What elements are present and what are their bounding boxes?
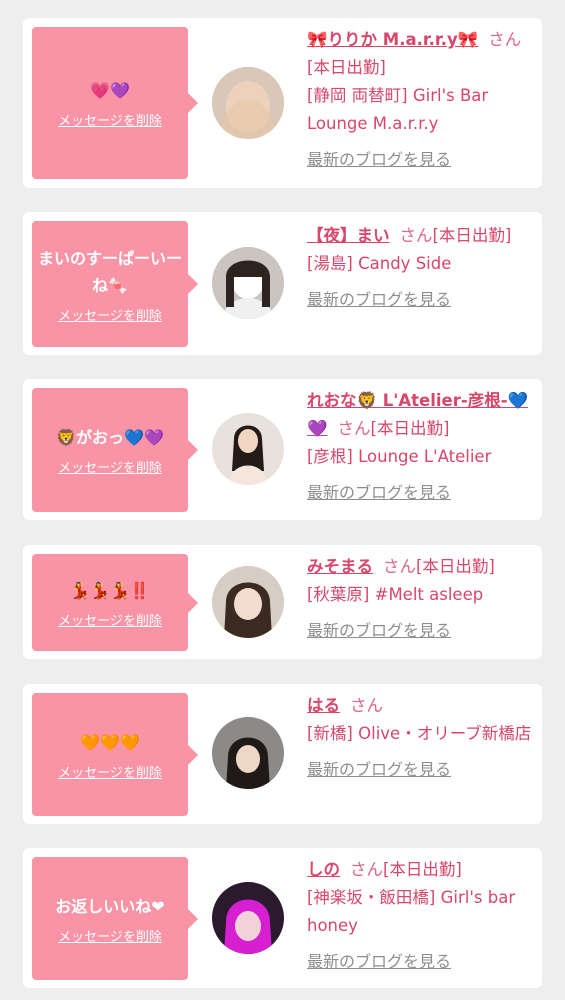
cast-name-link[interactable]: はる	[307, 696, 340, 715]
honorific: さん	[488, 30, 522, 49]
view-blog-link[interactable]: 最新のブログを見る	[307, 146, 535, 174]
message-text: 💃💃💃‼️	[70, 580, 150, 600]
cast-info: 【夜】まい さん[本日出勤] [湯島] Candy Side 最新のブログを見る	[307, 222, 535, 314]
message-card: 🦁がおっ💙💜 メッセージを削除 れおな🦁 L'Atelier-彦根-💙💜 さん[本…	[23, 379, 542, 520]
avatar[interactable]	[212, 247, 284, 319]
shop-name: [秋葉原] #Melt asleep	[307, 585, 484, 604]
message-bubble: 🦁がおっ💙💜 メッセージを削除	[32, 388, 198, 512]
view-blog-link[interactable]: 最新のブログを見る	[307, 617, 535, 645]
delete-message-link[interactable]: メッセージを削除	[58, 610, 162, 629]
view-blog-link[interactable]: 最新のブログを見る	[307, 756, 535, 784]
message-text: 🦁がおっ💙💜	[56, 428, 164, 447]
view-blog-link[interactable]: 最新のブログを見る	[307, 479, 535, 507]
message-text: まいのすーぱーいーね🍬	[38, 248, 183, 295]
cast-info: 🎀りりか M.a.r.r.y🎀 さん [本日出勤] [静岡 両替町] Girl's …	[307, 26, 535, 174]
delete-message-link[interactable]: メッセージを削除	[58, 762, 162, 781]
cast-info: れおな🦁 L'Atelier-彦根-💙💜 さん[本日出勤] [彦根] Lounge…	[307, 387, 535, 507]
honorific: さん	[399, 226, 433, 245]
status-badge: [本日出勤]	[307, 58, 386, 77]
honorific: さん	[383, 557, 416, 576]
message-card: 🧡🧡🧡 メッセージを削除 はる さん [新橋] Olive・オリーブ新橋店 最新の…	[23, 684, 542, 824]
shop-name: [静岡 両替町] Girl's Bar Lounge M.a.r.r.y	[307, 86, 489, 133]
avatar[interactable]	[212, 413, 284, 485]
delete-message-link[interactable]: メッセージを削除	[58, 457, 162, 476]
delete-message-link[interactable]: メッセージを削除	[58, 110, 162, 129]
message-card: まいのすーぱーいーね🍬 メッセージを削除 【夜】まい さん[本日出勤] [湯島] …	[23, 212, 542, 355]
message-text: 🧡🧡🧡	[80, 732, 140, 752]
delete-message-link[interactable]: メッセージを削除	[58, 926, 162, 945]
cast-name-link[interactable]: みそまる	[307, 557, 373, 576]
message-text: 💗💜	[90, 81, 130, 100]
message-card: 💃💃💃‼️ メッセージを削除 みそまる さん[本日出勤] [秋葉原] #Melt …	[23, 545, 542, 659]
message-bubble: 💃💃💃‼️ メッセージを削除	[32, 554, 198, 651]
honorific: さん	[350, 860, 383, 879]
avatar[interactable]	[212, 882, 284, 954]
avatar[interactable]	[212, 717, 284, 789]
cast-name-link[interactable]: 🎀りりか M.a.r.r.y🎀	[307, 30, 478, 49]
message-bubble: 🧡🧡🧡 メッセージを削除	[32, 693, 198, 816]
view-blog-link[interactable]: 最新のブログを見る	[307, 286, 535, 314]
honorific: さん	[337, 419, 371, 438]
message-card: お返しいいね❤ メッセージを削除 しの さん[本日出勤] [神楽坂・飯田橋] Gi…	[23, 848, 542, 988]
message-card: 💗💜 メッセージを削除 🎀りりか M.a.r.r.y🎀 さん [本日出勤] [静岡 …	[23, 18, 542, 188]
shop-name: [彦根] Lounge L'Atelier	[307, 447, 492, 466]
view-blog-link[interactable]: 最新のブログを見る	[307, 948, 535, 976]
cast-info: みそまる さん[本日出勤] [秋葉原] #Melt asleep 最新のブログを見…	[307, 553, 535, 645]
cast-info: はる さん [新橋] Olive・オリーブ新橋店 最新のブログを見る	[307, 692, 535, 784]
message-bubble: まいのすーぱーいーね🍬 メッセージを削除	[32, 221, 198, 347]
honorific: さん	[350, 696, 383, 715]
message-bubble: 💗💜 メッセージを削除	[32, 27, 198, 179]
message-bubble: お返しいいね❤ メッセージを削除	[32, 857, 198, 980]
status-badge: [本日出勤]	[416, 557, 495, 576]
message-text: お返しいいね❤	[55, 896, 165, 916]
shop-name: [神楽坂・飯田橋] Girl's bar honey	[307, 888, 516, 935]
cast-name-link[interactable]: 【夜】まい	[307, 226, 390, 245]
shop-name: [湯島] Candy Side	[307, 254, 452, 273]
cast-name-link[interactable]: しの	[307, 860, 340, 879]
status-badge: [本日出勤]	[432, 226, 512, 245]
shop-name: [新橋] Olive・オリーブ新橋店	[307, 724, 532, 743]
avatar[interactable]	[212, 566, 284, 638]
avatar[interactable]	[212, 67, 284, 139]
status-badge: [本日出勤]	[370, 419, 450, 438]
cast-info: しの さん[本日出勤] [神楽坂・飯田橋] Girl's bar honey 最新…	[307, 856, 535, 976]
status-badge: [本日出勤]	[383, 860, 462, 879]
delete-message-link[interactable]: メッセージを削除	[58, 305, 162, 324]
